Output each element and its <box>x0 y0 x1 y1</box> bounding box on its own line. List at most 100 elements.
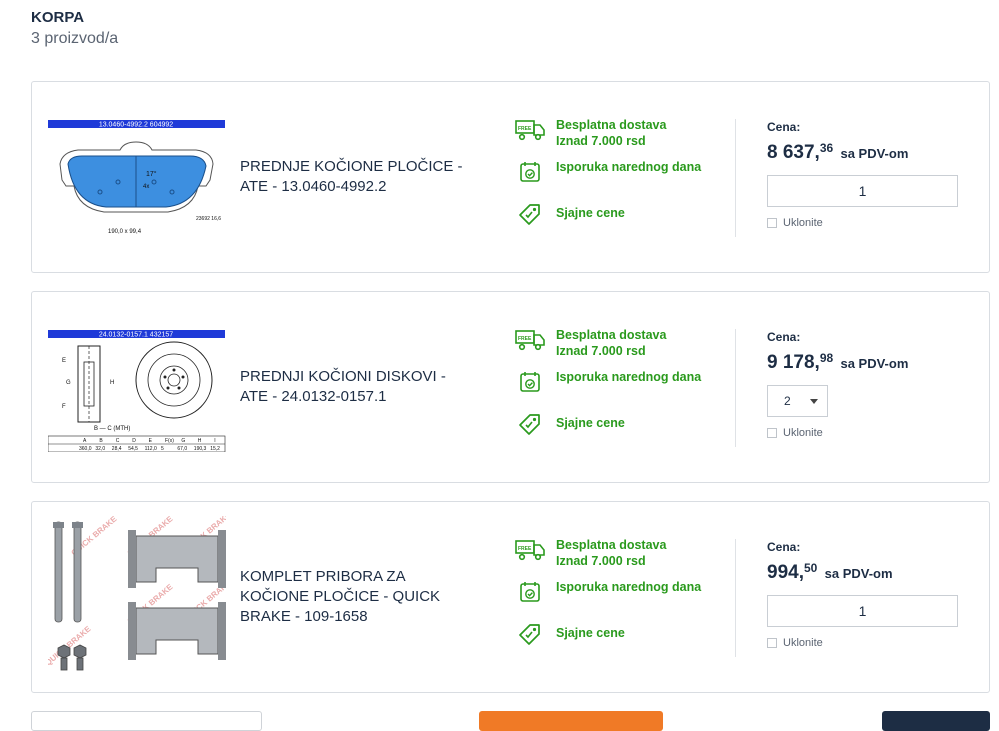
remove-checkbox[interactable] <box>767 638 777 648</box>
continue-shopping-button[interactable] <box>31 711 262 731</box>
price-main: 994, <box>767 562 804 583</box>
table-value: 32,0 <box>95 446 105 452</box>
perk-text: Sjajne cene <box>556 206 625 220</box>
product-name-link[interactable]: PREDNJI KOČIONI DISKOVI - ATE - 24.0132-… <box>240 292 470 482</box>
price: 9 178,98 sa PDV-om <box>767 351 909 374</box>
svg-text:FREE: FREE <box>518 336 532 342</box>
table-header: G <box>181 438 185 444</box>
remove-option[interactable]: Uklonite <box>767 217 823 229</box>
svg-text:G: G <box>66 380 71 386</box>
price-decimals: 36 <box>819 141 834 155</box>
remove-checkbox[interactable] <box>767 218 777 228</box>
perk-great-prices: Sjajne cene <box>514 621 701 663</box>
cart-count: 3 proizvod/a <box>31 30 119 47</box>
perks-list: FREE Besplatna dostava Iznad 7.000 rsd I… <box>514 117 701 243</box>
divider <box>735 539 736 657</box>
checkout-button[interactable] <box>479 711 663 731</box>
perk-free-delivery: FREE Besplatna dostava Iznad 7.000 rsd <box>514 537 701 579</box>
svg-text:4x: 4x <box>143 184 149 190</box>
perks-list: FREE Besplatna dostava Iznad 7.000 rsd I… <box>514 327 701 453</box>
product-image[interactable]: 24.0132-0157.1 432157 E G F H B — C (MTH… <box>47 322 226 453</box>
price-tag-icon <box>514 621 546 647</box>
price-label: Cena: <box>767 540 801 554</box>
table-value: 28,4 <box>112 446 122 452</box>
vat-note: sa PDV-om <box>840 146 909 161</box>
table-header: E <box>149 438 153 444</box>
image-code-side: 23692 16,6 <box>196 216 221 222</box>
perk-text: Besplatna dostava Iznad 7.000 rsd <box>556 118 667 148</box>
table-value: 5 <box>161 446 164 452</box>
free-delivery-truck-icon: FREE <box>514 117 546 143</box>
svg-text:FREE: FREE <box>518 546 532 552</box>
free-delivery-truck-icon: FREE <box>514 537 546 563</box>
svg-text:F: F <box>62 404 66 410</box>
perk-text: Isporuka narednog dana <box>556 370 702 384</box>
table-header: D <box>132 438 136 444</box>
price: 8 637,36 sa PDV-om <box>767 141 909 164</box>
perk-next-day: Isporuka narednog dana <box>514 579 701 621</box>
quantity-input[interactable]: 1 <box>767 175 958 207</box>
product-name-link[interactable]: KOMPLET PRIBORA ZA KOČIONE PLOČICE - QUI… <box>240 502 470 692</box>
calendar-check-icon <box>514 369 546 395</box>
remove-label: Uklonite <box>783 427 823 439</box>
perk-text: Besplatna dostava Iznad 7.000 rsd <box>556 538 667 568</box>
product-name-link[interactable]: PREDNJE KOČIONE PLOČICE - ATE - 13.0460-… <box>240 82 470 272</box>
perk-next-day: Isporuka narednog dana <box>514 369 701 411</box>
brand-watermark: QUICK BRAKE <box>48 624 93 668</box>
perk-free-delivery: FREE Besplatna dostava Iznad 7.000 rsd <box>514 327 701 369</box>
perk-next-day: Isporuka narednog dana <box>514 159 701 201</box>
price-label: Cena: <box>767 120 801 134</box>
perk-text: Sjajne cene <box>556 416 625 430</box>
remove-label: Uklonite <box>783 217 823 229</box>
perk-text: Besplatna dostava Iznad 7.000 rsd <box>556 328 667 358</box>
quantity-input[interactable]: 1 <box>767 595 958 627</box>
table-header: B <box>99 438 103 444</box>
svg-text:B — C (MTH): B — C (MTH) <box>94 426 130 432</box>
table-value: 54,5 <box>128 446 138 452</box>
quantity-select[interactable]: 2 <box>767 385 828 417</box>
divider <box>735 329 736 447</box>
remove-option[interactable]: Uklonite <box>767 427 823 439</box>
cart-item: 13.0460-4992.2 604992 17° 4x 190,0 x 99,… <box>31 81 990 273</box>
table-header: A <box>83 438 87 444</box>
table-value: 190,3 <box>194 446 207 452</box>
table-value: 67,0 <box>177 446 187 452</box>
perk-text: Isporuka narednog dana <box>556 160 702 174</box>
table-value: 112,0 <box>145 446 157 452</box>
cart-title: KORPA <box>31 9 85 26</box>
perk-text: Sjajne cene <box>556 626 625 640</box>
calendar-check-icon <box>514 159 546 185</box>
price: 994,50 sa PDV-om <box>767 561 893 584</box>
quantity-value: 2 <box>784 394 791 408</box>
vat-note: sa PDV-om <box>840 356 909 371</box>
svg-text:17°: 17° <box>146 170 157 178</box>
table-value: 360,0 <box>79 446 92 452</box>
price-label: Cena: <box>767 330 801 344</box>
svg-text:H: H <box>110 380 114 386</box>
price-main: 8 637, <box>767 142 820 163</box>
remove-option[interactable]: Uklonite <box>767 637 823 649</box>
svg-text:E: E <box>62 358 66 364</box>
perks-list: FREE Besplatna dostava Iznad 7.000 rsd I… <box>514 537 701 663</box>
image-caption-top: 24.0132-0157.1 432157 <box>99 332 173 339</box>
table-header: I <box>214 438 215 444</box>
cart-item: 24.0132-0157.1 432157 E G F H B — C (MTH… <box>31 291 990 483</box>
free-delivery-truck-icon: FREE <box>514 327 546 353</box>
perk-great-prices: Sjajne cene <box>514 411 701 453</box>
price-decimals: 50 <box>803 561 818 575</box>
product-image[interactable]: 13.0460-4992.2 604992 17° 4x 190,0 x 99,… <box>48 112 226 242</box>
price-tag-icon <box>514 201 546 227</box>
table-header: C <box>116 438 120 444</box>
product-image[interactable]: QUICK BRAKE QUICK BRAKE QUICK BRAKE QUIC… <box>44 510 233 676</box>
perk-text: Isporuka narednog dana <box>556 580 702 594</box>
remove-checkbox[interactable] <box>767 428 777 438</box>
perk-great-prices: Sjajne cene <box>514 201 701 243</box>
vat-note: sa PDV-om <box>824 566 893 581</box>
svg-text:FREE: FREE <box>518 126 532 132</box>
price-decimals: 98 <box>819 351 834 365</box>
price-main: 9 178, <box>767 352 820 373</box>
divider <box>735 119 736 237</box>
dark-action-button[interactable] <box>882 711 990 731</box>
remove-label: Uklonite <box>783 637 823 649</box>
table-header: F(x) <box>165 438 174 444</box>
